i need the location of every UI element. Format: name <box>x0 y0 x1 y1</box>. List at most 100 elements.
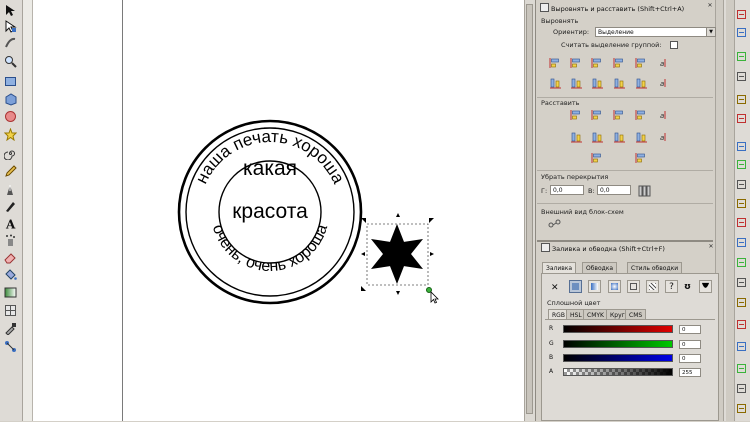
channel-value-g[interactable]: 0 <box>679 340 701 349</box>
treat-as-group-checkbox[interactable] <box>670 41 678 49</box>
dropper-tool-icon[interactable] <box>3 322 18 335</box>
radial-gradient-button[interactable] <box>608 280 621 293</box>
calligraphy-tool-icon[interactable] <box>3 200 18 213</box>
layers-icon[interactable] <box>735 362 748 374</box>
align-vertical-button-2-icon[interactable] <box>569 76 583 89</box>
pen-tool-icon[interactable] <box>3 183 18 196</box>
align-vertical-button-1-icon[interactable] <box>548 76 562 89</box>
graph-layout-button[interactable] <box>547 218 561 231</box>
selector-tool-icon[interactable] <box>3 4 18 17</box>
commands-scrollbar[interactable] <box>726 0 735 421</box>
remove-overlaps-button[interactable] <box>637 184 651 197</box>
align-edge-button-6-icon[interactable]: a <box>656 56 670 69</box>
xml-editor-icon[interactable] <box>735 382 748 394</box>
clone-icon[interactable] <box>735 256 748 268</box>
panel-close-icon[interactable]: ✕ <box>706 2 714 10</box>
rectangle-tool-icon[interactable] <box>3 75 18 88</box>
arrange-button-1-icon[interactable] <box>590 151 604 164</box>
import-icon[interactable] <box>735 93 748 105</box>
align-edge-button-2-icon[interactable] <box>569 56 583 69</box>
fill-rule-nonzero-icon[interactable] <box>699 280 712 293</box>
new-icon[interactable] <box>735 8 748 20</box>
channel-slider-b[interactable] <box>563 354 673 362</box>
tab-fill[interactable]: Заливка <box>542 262 577 273</box>
align-vertical-button-3-icon[interactable] <box>590 76 604 89</box>
arrange-button-2-icon[interactable] <box>634 151 648 164</box>
channel-value-r[interactable]: 0 <box>679 325 701 334</box>
fill-stroke-icon[interactable] <box>735 318 748 330</box>
distribute-h-button-5-icon[interactable]: a <box>656 108 670 121</box>
pattern-button[interactable] <box>646 280 659 293</box>
selected-star[interactable] <box>361 213 439 304</box>
distribute-v-button-2-icon[interactable] <box>590 130 604 143</box>
stamp[interactable]: наша печать хороша очень, очень хороша к… <box>177 119 363 305</box>
tab-stroke-paint[interactable]: Обводка <box>582 262 618 273</box>
zoom-icon[interactable] <box>735 216 748 228</box>
distribute-v-button-3-icon[interactable] <box>612 130 626 143</box>
redo-icon[interactable] <box>735 158 748 170</box>
canvas-vertical-scrollbar[interactable] <box>524 0 535 421</box>
channel-value-b[interactable]: 0 <box>679 354 701 363</box>
gradient-tool-icon[interactable] <box>3 286 18 299</box>
align-icon[interactable] <box>735 402 748 414</box>
duplicate-icon[interactable] <box>735 236 748 248</box>
3d-box-tool-icon[interactable] <box>3 93 18 106</box>
text-icon[interactable] <box>735 340 748 352</box>
align-edge-button-5-icon[interactable] <box>634 56 648 69</box>
bucket-tool-icon[interactable] <box>3 268 18 281</box>
swatch-button[interactable]: ? <box>665 280 678 293</box>
align-edge-button-3-icon[interactable] <box>590 56 604 69</box>
copy-icon[interactable] <box>735 178 748 190</box>
distribute-v-button-4-icon[interactable] <box>634 130 648 143</box>
distribute-v-button-1-icon[interactable] <box>569 130 583 143</box>
panel-close-icon[interactable]: ✕ <box>707 243 715 251</box>
fill-rule-evenodd-icon[interactable]: ʊ <box>684 282 691 292</box>
mesh-button[interactable] <box>627 280 640 293</box>
ellipse-tool-icon[interactable] <box>3 110 18 123</box>
pencil-tool-icon[interactable] <box>3 165 18 178</box>
relative-to-select[interactable]: Выделение ▼ <box>595 27 716 37</box>
linear-gradient-button[interactable] <box>588 280 601 293</box>
eraser-tool-icon[interactable] <box>3 251 18 264</box>
export-icon[interactable] <box>735 112 748 124</box>
align-panel-title[interactable]: Выровнять и расставить (Shift+Ctrl+A) <box>540 3 684 14</box>
text-tool-icon[interactable]: A <box>3 217 18 231</box>
tweak-tool-icon[interactable] <box>3 36 18 49</box>
h-gap-input[interactable]: 0,0 <box>550 185 584 195</box>
connector-tool-icon[interactable] <box>3 340 18 353</box>
zoom-tool-icon[interactable] <box>3 55 18 68</box>
mesh-tool-icon[interactable] <box>3 304 18 317</box>
channel-slider-r[interactable] <box>563 325 673 333</box>
spray-tool-icon[interactable] <box>3 234 18 247</box>
print-icon[interactable] <box>735 70 748 82</box>
distribute-h-button-4-icon[interactable] <box>634 108 648 121</box>
group-icon[interactable] <box>735 276 748 288</box>
align-vertical-button-5-icon[interactable] <box>634 76 648 89</box>
channel-value-a[interactable]: 255 <box>679 368 701 377</box>
undo-icon[interactable] <box>735 140 748 152</box>
channel-slider-a[interactable] <box>563 368 673 376</box>
distribute-h-button-2-icon[interactable] <box>590 108 604 121</box>
star-tool-icon[interactable] <box>3 128 18 141</box>
align-edge-button-4-icon[interactable] <box>612 56 626 69</box>
channel-slider-g[interactable] <box>563 340 673 348</box>
tab-stroke-style[interactable]: Стиль обводки <box>627 262 683 273</box>
node-tool-icon[interactable] <box>3 20 18 33</box>
align-vertical-button-4-icon[interactable] <box>612 76 626 89</box>
spiral-tool-icon[interactable] <box>3 147 18 160</box>
fill-panel-title[interactable]: Заливка и обводка (Shift+Ctrl+F) <box>541 243 665 254</box>
ungroup-icon[interactable] <box>735 296 748 308</box>
distribute-v-button-5-icon[interactable]: a <box>656 130 670 143</box>
align-vertical-button-6-icon[interactable]: a <box>656 76 670 89</box>
distribute-h-button-1-icon[interactable] <box>569 108 583 121</box>
no-paint-icon[interactable]: ✕ <box>551 283 559 293</box>
flat-color-button[interactable] <box>569 280 582 293</box>
v-gap-input[interactable]: 0,0 <box>597 185 631 195</box>
drawing-canvas[interactable]: наша печать хороша очень, очень хороша к… <box>33 0 524 421</box>
distribute-h-button-3-icon[interactable] <box>612 108 626 121</box>
separator <box>537 203 713 204</box>
align-edge-button-1-icon[interactable] <box>548 56 562 69</box>
open-icon[interactable] <box>735 26 748 38</box>
save-icon[interactable] <box>735 50 748 62</box>
paste-icon[interactable] <box>735 197 748 209</box>
